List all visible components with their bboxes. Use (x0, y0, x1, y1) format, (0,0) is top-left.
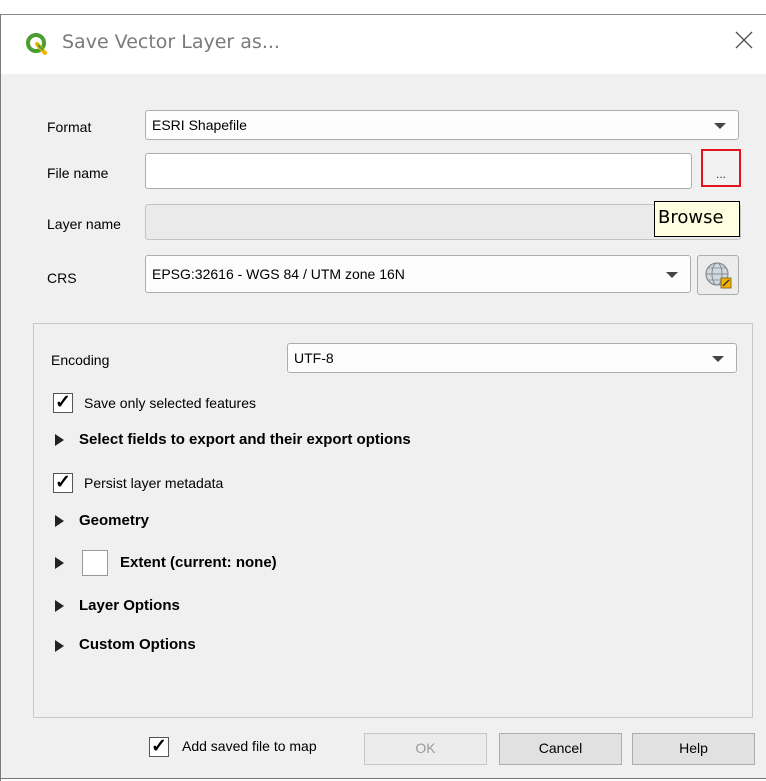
layer-options-section[interactable]: Layer Options (79, 597, 180, 614)
format-select[interactable]: ESRI Shapefile (145, 110, 739, 140)
layername-label: Layer name (47, 216, 121, 232)
expand-arrow-icon[interactable] (55, 557, 64, 569)
encoding-value: UTF-8 (294, 350, 334, 366)
crs-label: CRS (47, 270, 77, 286)
custom-options-section[interactable]: Custom Options (79, 636, 196, 653)
layername-input[interactable] (145, 204, 741, 240)
chevron-down-icon (712, 356, 724, 362)
help-button[interactable]: Help (632, 733, 755, 765)
expand-arrow-icon[interactable] (55, 434, 64, 446)
window-title: Save Vector Layer as... (62, 31, 280, 53)
crs-select[interactable]: EPSG:32616 - WGS 84 / UTM zone 16N (145, 255, 691, 293)
select-fields-section[interactable]: Select fields to export and their export… (79, 431, 411, 448)
browse-tooltip: Browse (654, 201, 740, 237)
globe-select-icon (705, 262, 732, 289)
qgis-logo-icon (26, 33, 47, 55)
expand-arrow-icon[interactable] (55, 600, 64, 612)
extent-checkbox[interactable] (82, 550, 108, 576)
persist-metadata-checkbox[interactable]: ✓ (53, 473, 73, 493)
encoding-select[interactable]: UTF-8 (287, 343, 737, 373)
browse-button[interactable]: ... (701, 149, 741, 187)
expand-arrow-icon[interactable] (55, 640, 64, 652)
crs-value: EPSG:32616 - WGS 84 / UTM zone 16N (152, 266, 405, 282)
filename-label: File name (47, 165, 109, 181)
save-selected-label: Save only selected features (84, 395, 256, 411)
outer-background (0, 0, 766, 14)
extent-section[interactable]: Extent (current: none) (120, 554, 277, 571)
geometry-section[interactable]: Geometry (79, 512, 149, 529)
chevron-down-icon (714, 123, 726, 129)
expand-arrow-icon[interactable] (55, 515, 64, 527)
format-label: Format (47, 119, 92, 135)
filename-input[interactable] (145, 153, 692, 189)
cancel-button[interactable]: Cancel (499, 733, 622, 765)
save-selected-checkbox[interactable]: ✓ (53, 393, 73, 413)
crs-select-button[interactable] (697, 255, 739, 295)
add-to-map-checkbox[interactable]: ✓ (149, 737, 169, 757)
chevron-down-icon (666, 272, 678, 278)
ok-button[interactable]: OK (364, 733, 487, 765)
close-icon[interactable] (732, 28, 756, 52)
window-bottom-border (0, 778, 766, 779)
persist-metadata-label: Persist layer metadata (84, 475, 224, 491)
encoding-label: Encoding (51, 352, 110, 368)
add-to-map-label: Add saved file to map (182, 738, 317, 754)
format-value: ESRI Shapefile (152, 117, 247, 133)
